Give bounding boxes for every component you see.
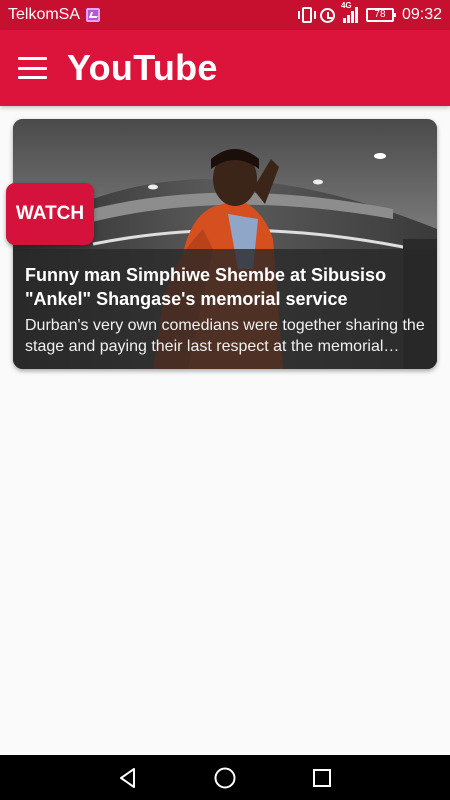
status-bar: TelkomSA 4G 78 09:32 <box>0 0 450 30</box>
watch-button[interactable]: WATCH <box>6 183 94 245</box>
alarm-icon <box>319 7 335 23</box>
video-title[interactable]: Funny man Simphiwe Shembe at Sibusiso "A… <box>25 263 425 311</box>
hamburger-menu-icon[interactable] <box>18 57 47 79</box>
recents-icon[interactable] <box>302 758 342 798</box>
carrier-name: TelkomSA <box>8 6 81 23</box>
system-navigation-bar <box>0 755 450 800</box>
back-icon[interactable] <box>108 758 148 798</box>
battery-icon: 78 <box>365 8 396 22</box>
video-description: Durban's very own comedians were togethe… <box>25 317 425 355</box>
network-type: 4G <box>340 1 352 10</box>
video-caption: Funny man Simphiwe Shembe at Sibusiso "A… <box>13 249 437 369</box>
clock: 09:32 <box>401 6 442 23</box>
carrier-group: TelkomSA <box>8 6 101 24</box>
signal-icon: 4G <box>341 1 358 23</box>
vibrate-icon <box>297 7 316 23</box>
app-bar: YouTube <box>0 30 450 106</box>
home-icon[interactable] <box>205 758 245 798</box>
app-title: YouTube <box>67 47 218 88</box>
status-icons: 4G 78 09:32 <box>297 1 442 24</box>
gallery-icon <box>86 8 101 22</box>
